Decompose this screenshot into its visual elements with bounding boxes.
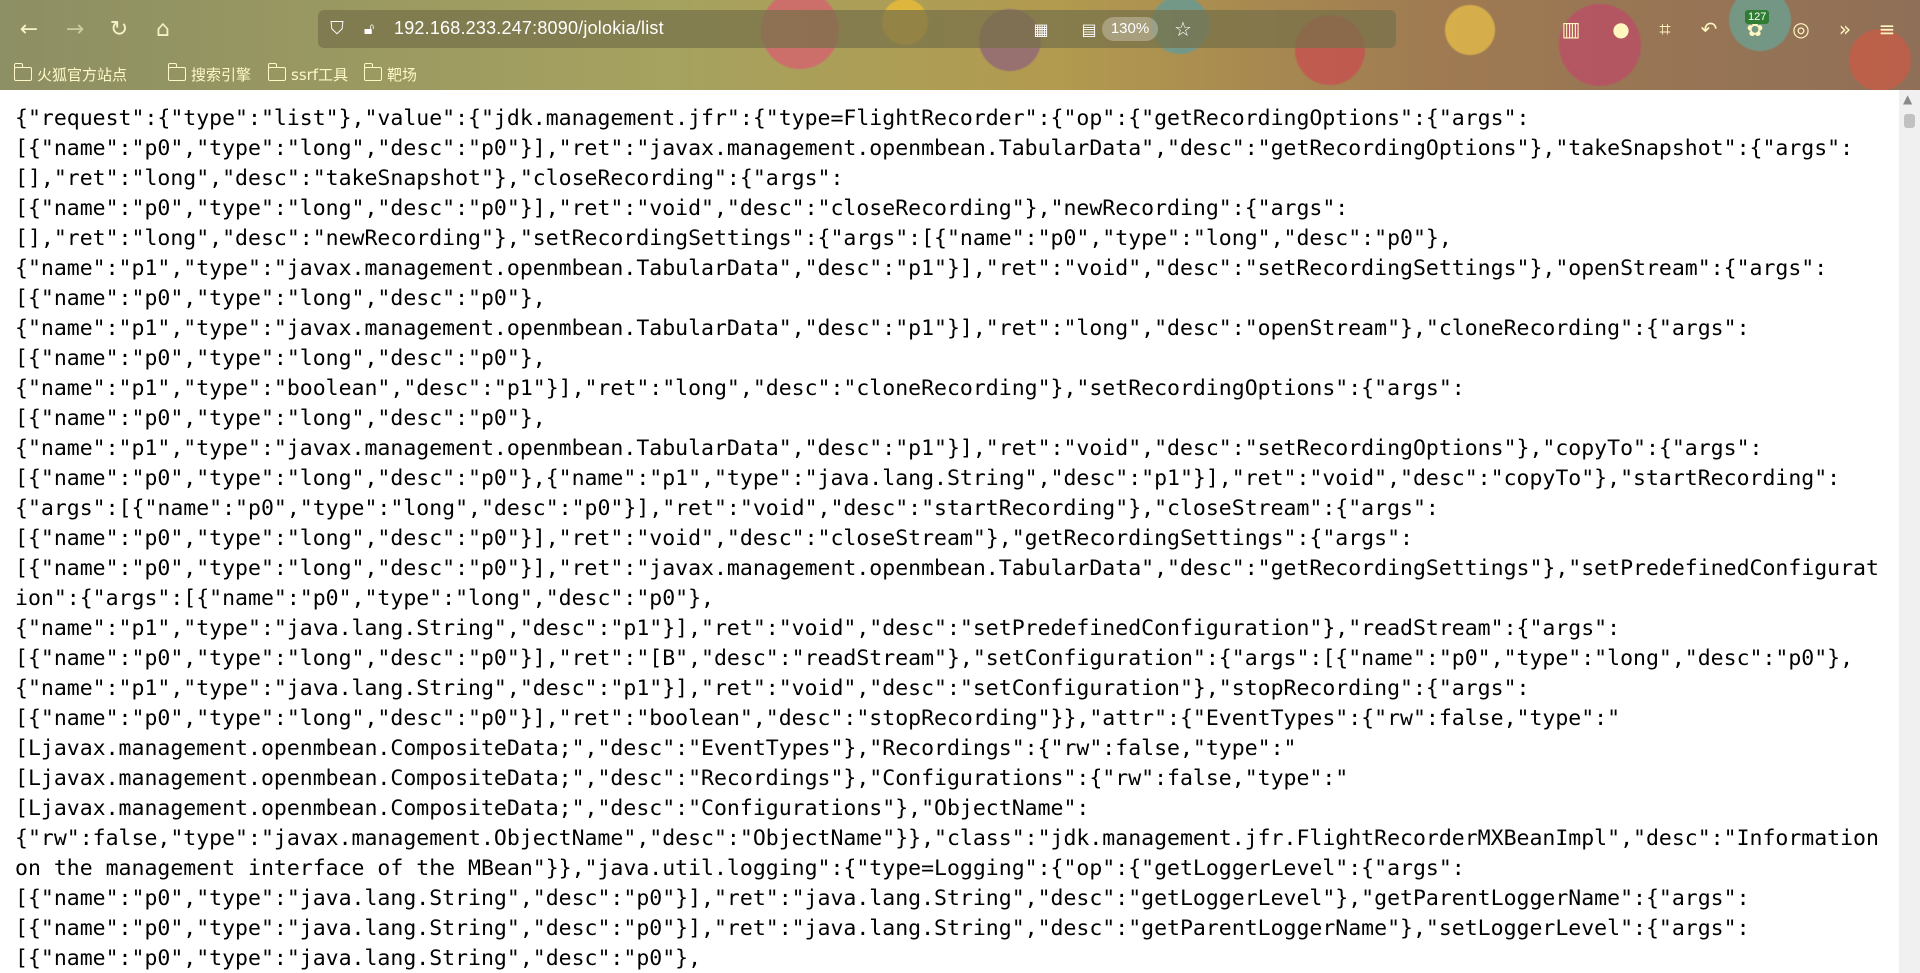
bookmark-folder-ssrf[interactable]: ssrf工具 xyxy=(267,62,349,86)
json-line: [],"ret":"long","desc":"takeSnapshot"},"… xyxy=(15,166,844,191)
json-line: {"name":"p1","type":"javax.management.op… xyxy=(15,436,1763,461)
proxy-icon[interactable]: ◎ xyxy=(1786,14,1816,44)
vertical-scrollbar[interactable]: ▲ xyxy=(1899,90,1920,973)
bookmarks-bar: 火狐官方站点 搜索引擎 ssrf工具 靶场 xyxy=(0,58,1920,90)
account-icon[interactable]: ● xyxy=(1606,14,1636,44)
json-line: {"name":"p1","type":"boolean","desc":"p1… xyxy=(15,376,1465,401)
folder-icon xyxy=(167,63,186,81)
json-line: [{"name":"p0","type":"java.lang.String",… xyxy=(15,916,1750,941)
bookmark-folder-search[interactable]: 搜索引擎 xyxy=(167,62,252,86)
bookmark-label: 搜索引擎 xyxy=(191,65,252,84)
json-line: {"args":[{"name":"p0","type":"long","des… xyxy=(15,496,1439,521)
scrollbar-thumb[interactable] xyxy=(1904,114,1915,128)
json-line: [{"name":"p0","type":"long","desc":"p0"}… xyxy=(15,526,1413,551)
json-line: [{"name":"p0","type":"long","desc":"p0"}… xyxy=(15,286,546,311)
shield-icon[interactable]: ⛉ xyxy=(326,18,348,40)
json-line: [{"name":"p0","type":"long","desc":"p0"}… xyxy=(15,136,1854,161)
bookmark-folder-range[interactable]: 靶场 xyxy=(363,62,418,86)
bookmark-label: 靶场 xyxy=(387,65,418,84)
bookmark-label: 火狐官方站点 xyxy=(37,65,128,84)
sidebar-icon[interactable]: ▥ xyxy=(1556,14,1586,44)
reader-view-icon[interactable]: ▤ xyxy=(1076,16,1102,42)
json-line: [{"name":"p0","type":"long","desc":"p0"}… xyxy=(15,646,1854,671)
json-line: [Ljavax.management.openmbean.CompositeDa… xyxy=(15,796,1090,821)
json-line: [{"name":"p0","type":"java.lang.String",… xyxy=(15,886,1750,911)
reload-icon[interactable]: ↻ xyxy=(104,14,134,44)
json-line: {"request":{"type":"list"},"value":{"jdk… xyxy=(15,106,1530,131)
json-line: {"name":"p1","type":"java.lang.String","… xyxy=(15,676,1530,701)
json-line: {"name":"p1","type":"javax.management.op… xyxy=(15,256,1828,281)
back-arrow-icon[interactable]: ← xyxy=(14,14,44,44)
json-line: [],"ret":"long","desc":"newRecording"},"… xyxy=(15,226,1452,251)
qr-code-icon[interactable]: ▦ xyxy=(1028,16,1054,42)
url-text[interactable]: 192.168.233.247:8090/jolokia/list xyxy=(394,18,664,39)
forward-arrow-icon[interactable]: → xyxy=(60,14,90,44)
home-icon[interactable]: ⌂ xyxy=(148,14,178,44)
zoom-level[interactable]: 130% xyxy=(1102,17,1158,41)
browser-chrome: ← → ↻ ⌂ ⛉ 🔓︎ 192.168.233.247:8090/joloki… xyxy=(0,0,1920,90)
browser-toolbar: ← → ↻ ⌂ ⛉ 🔓︎ 192.168.233.247:8090/joloki… xyxy=(0,0,1920,58)
json-line: [{"name":"p0","type":"long","desc":"p0"}… xyxy=(15,466,1841,491)
json-line: {"name":"p1","type":"javax.management.op… xyxy=(15,316,1750,341)
address-bar[interactable]: ⛉ 🔓︎ 192.168.233.247:8090/jolokia/list ▦… xyxy=(318,10,1396,48)
json-line: {"name":"p1","type":"java.lang.String","… xyxy=(15,616,1621,641)
folder-icon xyxy=(13,63,32,81)
extension-badge: 127 xyxy=(1745,10,1770,24)
json-line: [Ljavax.management.openmbean.CompositeDa… xyxy=(15,766,1349,791)
json-line: ion":{"args":[{"name":"p0","type":"long"… xyxy=(15,586,714,611)
scroll-up-arrow-icon[interactable]: ▲ xyxy=(1903,92,1912,106)
menu-icon[interactable]: ≡ xyxy=(1872,14,1902,44)
json-line: [{"name":"p0","type":"long","desc":"p0"}… xyxy=(15,556,1879,581)
folder-icon xyxy=(267,63,286,81)
bookmark-folder-firefox[interactable]: 火狐官方站点 xyxy=(13,62,128,86)
overflow-chevron-icon[interactable]: » xyxy=(1830,14,1860,44)
undo-icon[interactable]: ↶ xyxy=(1694,14,1724,44)
json-line: [{"name":"p0","type":"java.lang.String",… xyxy=(15,946,702,971)
json-line: on the management interface of the MBean… xyxy=(15,856,1465,881)
json-line: [Ljavax.management.openmbean.CompositeDa… xyxy=(15,736,1297,761)
json-line: [{"name":"p0","type":"long","desc":"p0"}… xyxy=(15,346,546,371)
screenshot-crop-icon[interactable]: ⌗ xyxy=(1650,14,1680,44)
json-line: [{"name":"p0","type":"long","desc":"p0"}… xyxy=(15,706,1621,731)
insecure-lock-icon[interactable]: 🔓︎ xyxy=(358,18,380,40)
bookmark-star-icon[interactable]: ☆ xyxy=(1170,16,1196,42)
folder-icon xyxy=(363,63,382,81)
bookmark-label: ssrf工具 xyxy=(291,65,349,84)
json-raw-content: {"request":{"type":"list"},"value":{"jdk… xyxy=(0,90,1899,973)
json-line: {"rw":false,"type":"javax.management.Obj… xyxy=(15,826,1879,851)
json-line: [{"name":"p0","type":"long","desc":"p0"}… xyxy=(15,406,546,431)
json-line: [{"name":"p0","type":"long","desc":"p0"}… xyxy=(15,196,1349,221)
